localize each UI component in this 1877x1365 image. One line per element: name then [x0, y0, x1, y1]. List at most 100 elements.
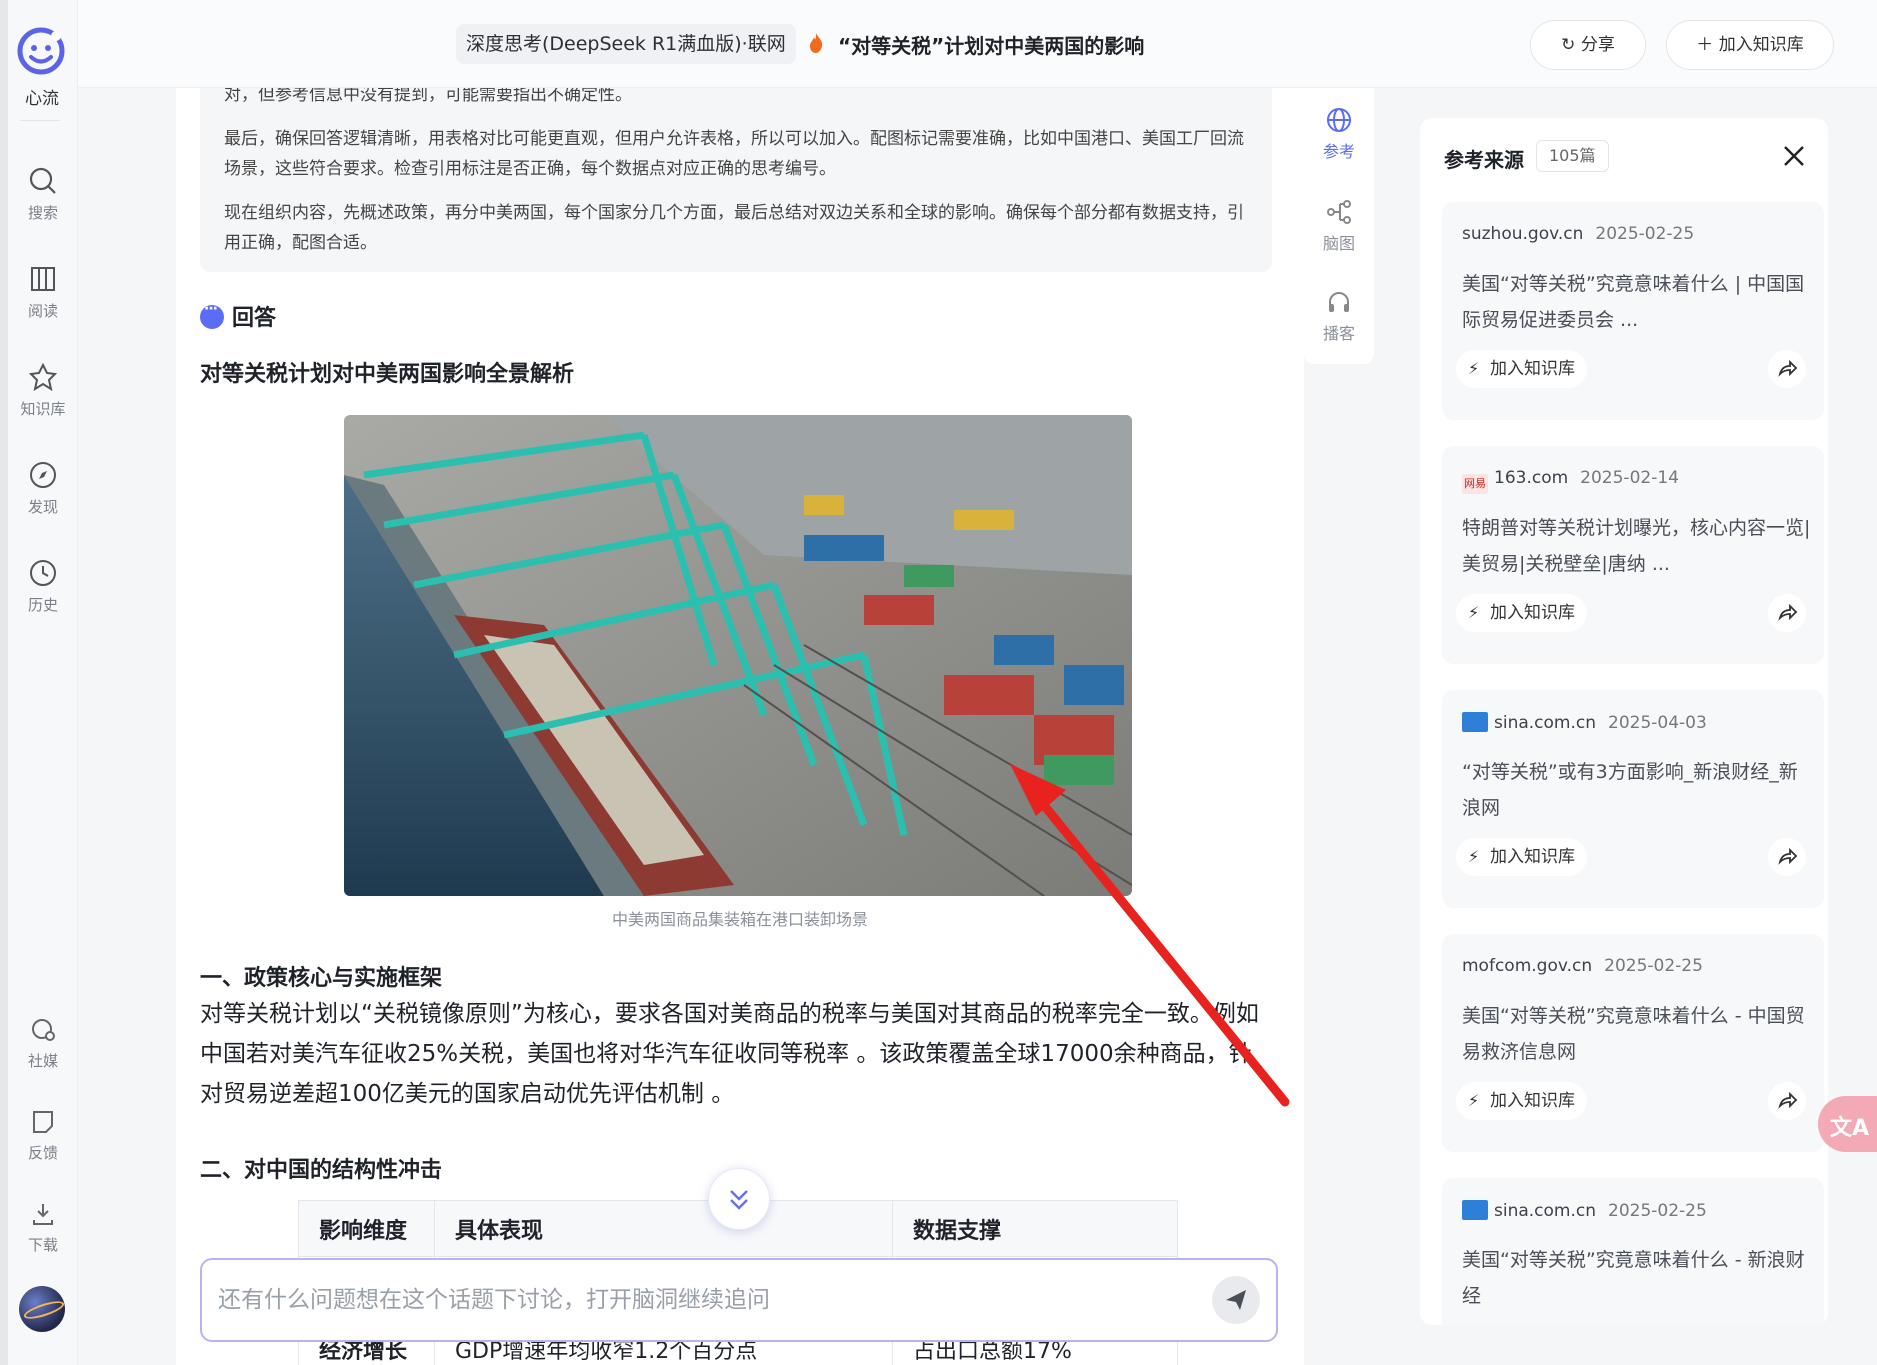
social-icon [32, 1019, 55, 1041]
rail-podcast[interactable]: 播客 [1304, 288, 1374, 344]
close-icon[interactable] [1782, 144, 1806, 168]
nav-knowledge-label: 知识库 [20, 400, 66, 418]
reference-date: 2025-02-14 [1580, 468, 1679, 488]
headphones-icon [1329, 292, 1349, 312]
sina-icon [1462, 1200, 1488, 1220]
knowledge-icon [28, 362, 58, 392]
nav-discover[interactable]: 发现 [8, 460, 78, 517]
reference-card[interactable]: sina.com.cn 2025-04-03 “对等关税”或有3方面影响_新浪财经… [1442, 690, 1824, 908]
sina-icon [1462, 712, 1488, 732]
reference-share-button[interactable] [1768, 1082, 1806, 1120]
reference-date: 2025-02-25 [1595, 224, 1695, 244]
reference-date: 2025-02-25 [1604, 956, 1703, 976]
rail-mindmap[interactable]: 脑图 [1304, 198, 1374, 254]
reference-date: 2025-04-03 [1608, 713, 1707, 733]
reference-title[interactable]: 美国“对等关税”究竟意味着什么 | 中国国际贸易促进委员会 ... [1462, 266, 1812, 338]
reference-title[interactable]: 特朗普对等关税计划曝光，核心内容一览|美贸易|关税壁垒|唐纳 ... [1462, 510, 1812, 582]
nav-divider [20, 120, 60, 121]
reference-add-kb-button[interactable]: 加入知识库 [1456, 350, 1587, 388]
rail-references-label: 参考 [1322, 142, 1355, 161]
share-label: 分享 [1580, 35, 1615, 55]
section-title: 一、政策核心与实施框架 [200, 966, 443, 991]
reference-card[interactable]: sina.com.cn 2025-02-25 美国“对等关税”究竟意味着什么 - … [1442, 1178, 1824, 1325]
translate-icon: 文A [1830, 1116, 1870, 1141]
reference-share-button[interactable] [1768, 594, 1806, 632]
nav-discover-label: 发现 [27, 498, 58, 516]
chat-bubble-icon [200, 301, 224, 329]
table-header: 数据支撑 [892, 1200, 1178, 1257]
share-arrow-icon [1778, 603, 1798, 621]
scroll-down-button[interactable] [708, 1168, 770, 1230]
answer-title: 对等关税计划对中美两国影响全景解析 [200, 362, 575, 387]
share-button[interactable]: ↻ 分享 [1530, 20, 1646, 70]
thinking-line: 对，但参考信息中没有提到，可能需要指出不确定性。 [224, 88, 632, 105]
references-count: 105篇 [1536, 140, 1609, 172]
followup-input-box [200, 1258, 1278, 1342]
search-icon [29, 167, 56, 194]
nav-history[interactable]: 历史 [8, 558, 78, 615]
side-rail: 参考 脑图 播客 [1304, 88, 1374, 364]
app-name: 心流 [25, 89, 59, 109]
reference-title[interactable]: “对等关税”或有3方面影响_新浪财经_新浪网 [1462, 754, 1812, 826]
reference-add-kb-button[interactable]: 加入知识库 [1456, 594, 1587, 632]
top-bar: 深度思考(DeepSeek R1满血版)·联网 “对等关税”计划对中美两国的影响… [78, 0, 1877, 88]
fire-icon [810, 33, 823, 53]
app-logo-icon[interactable] [16, 26, 66, 76]
reference-title[interactable]: 美国“对等关税”究竟意味着什么 - 中国贸易救济信息网 [1462, 998, 1812, 1070]
reference-title[interactable]: 美国“对等关税”究竟意味着什么 - 新浪财经 [1462, 1242, 1812, 1314]
section-title: 二、对中国的结构性冲击 [200, 1158, 443, 1183]
nav-knowledge[interactable]: 知识库 [8, 362, 78, 419]
reference-share-button[interactable] [1768, 350, 1806, 388]
nav-feedback[interactable]: 反馈 [8, 1108, 78, 1163]
thinking-line: 最后，确保回答逻辑清晰，用表格对比可能更直观，但用户允许表格，所以可以加入。配图… [224, 129, 1244, 179]
mode-chip[interactable]: 深度思考(DeepSeek R1满血版)·联网 [456, 24, 796, 64]
rail-references[interactable]: 参考 [1304, 106, 1374, 162]
nav-search-label: 搜索 [27, 204, 58, 222]
clock-icon [30, 560, 56, 586]
add-knowledge-button[interactable]: ＋ 加入知识库 [1666, 20, 1834, 70]
translate-float-button[interactable]: 文A [1818, 1096, 1877, 1152]
rail-podcast-label: 播客 [1322, 324, 1355, 343]
nav-history-label: 历史 [27, 596, 58, 614]
nav-social-label: 社媒 [27, 1052, 58, 1070]
netease-icon: 网易 [1462, 474, 1488, 494]
reference-share-button[interactable] [1768, 838, 1806, 876]
followup-input[interactable] [218, 1280, 1198, 1320]
reference-card[interactable]: suzhou.gov.cn 2025-02-25 美国“对等关税”究竟意味着什么 … [1442, 202, 1824, 420]
reference-domain: sina.com.cn [1494, 1201, 1597, 1221]
avatar[interactable] [19, 1286, 65, 1332]
reference-card[interactable]: 网易 163.com 2025-02-14 特朗普对等关税计划曝光，核心内容一览|美… [1442, 446, 1824, 664]
reference-domain: 163.com [1494, 468, 1569, 488]
reference-domain: suzhou.gov.cn [1462, 224, 1584, 244]
nav-read[interactable]: 阅读 [8, 264, 78, 321]
reference-card[interactable]: mofcom.gov.cn 2025-02-25 美国“对等关税”究竟意味着什么 … [1442, 934, 1824, 1152]
share-arrow-icon [1778, 847, 1798, 865]
add-knowledge-label: 加入知识库 [1718, 35, 1804, 55]
port-image[interactable] [344, 415, 1132, 896]
plus-icon: ＋ [1696, 35, 1719, 55]
nav-download[interactable]: 下载 [8, 1200, 78, 1255]
window-edge [0, 0, 8, 1365]
book-icon [31, 267, 55, 291]
left-nav: 心流 搜索 阅读 知识库 发现 历史 社媒 反馈 下载 [0, 0, 78, 1365]
reference-source: sina.com.cn 2025-04-03 [1462, 712, 1707, 733]
answer-heading-label: 回答 [232, 306, 277, 331]
reference-add-kb-button[interactable]: 加入知识库 [1456, 1082, 1587, 1120]
share-arrow-icon [1778, 359, 1798, 377]
conversation-topic: “对等关税”计划对中美两国的影响 [838, 34, 1145, 58]
reference-date: 2025-02-25 [1608, 1201, 1707, 1221]
table-header: 影响维度 [298, 1200, 435, 1257]
chat-main: 对，但参考信息中没有提到，可能需要指出不确定性。 最后，确保回答逻辑清晰，用表格… [176, 88, 1304, 1365]
reference-source: suzhou.gov.cn 2025-02-25 [1462, 224, 1694, 244]
thinking-line: 现在组织内容，先概述政策，再分中美两国，每个国家分几个方面，最后总结对双边关系和… [224, 203, 1244, 253]
reference-domain: mofcom.gov.cn [1462, 956, 1593, 976]
reference-add-kb-button[interactable]: 加入知识库 [1456, 838, 1587, 876]
nav-feedback-label: 反馈 [27, 1144, 58, 1162]
share-icon: ↻ [1561, 35, 1581, 55]
nav-download-label: 下载 [27, 1236, 58, 1254]
reference-domain: sina.com.cn [1494, 713, 1597, 733]
nav-search[interactable]: 搜索 [8, 166, 78, 223]
feedback-icon [33, 1111, 53, 1133]
nav-social[interactable]: 社媒 [8, 1016, 78, 1071]
send-button[interactable] [1212, 1276, 1260, 1324]
